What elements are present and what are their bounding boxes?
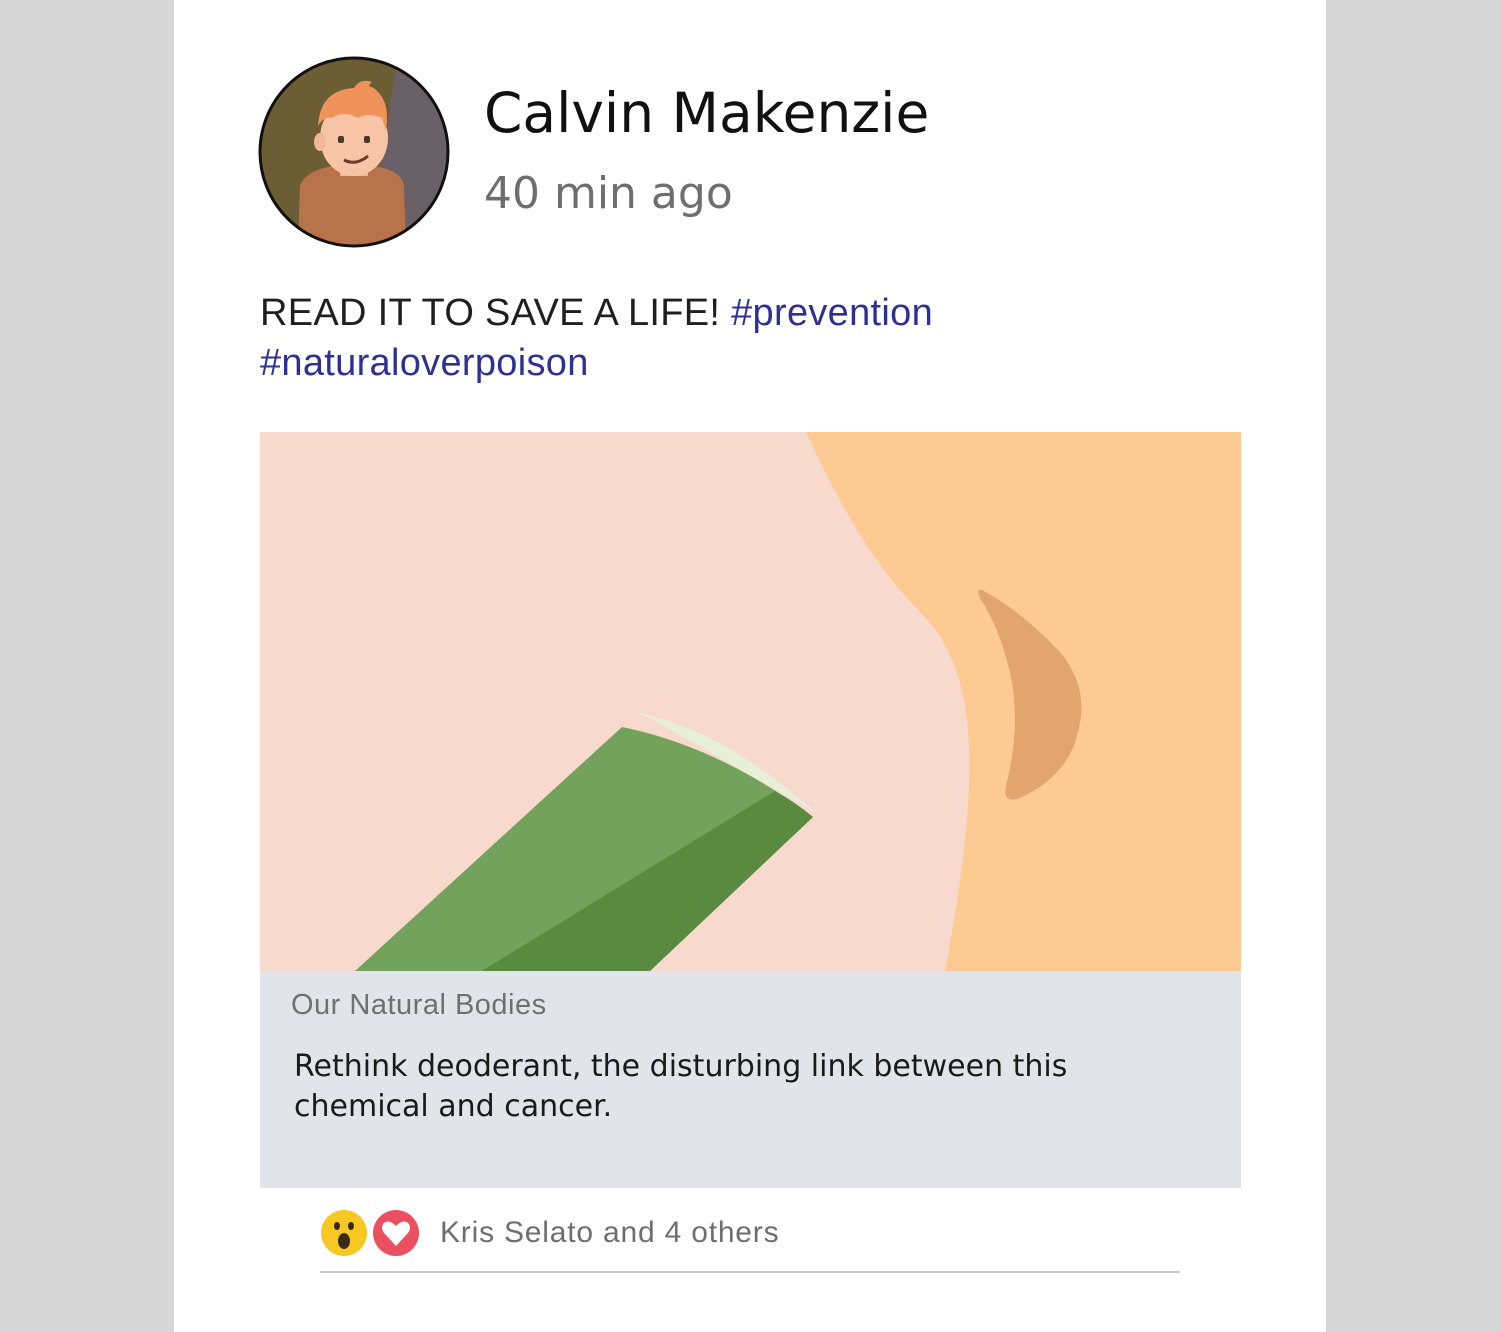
post-text-line-1: READ IT TO SAVE A LIFE! #prevention — [260, 288, 1160, 338]
link-preview-meta: Our Natural Bodies Rethink deoderant, th… — [260, 971, 1241, 1188]
wow-reaction-icon[interactable] — [320, 1209, 368, 1257]
reactions-summary[interactable]: Kris Selato and 4 others — [320, 1208, 779, 1258]
post-card: Calvin Makenzie 40 min ago READ IT TO SA… — [174, 0, 1326, 1332]
reactions-text[interactable]: Kris Selato and 4 others — [440, 1216, 779, 1250]
link-title[interactable]: Rethink deoderant, the disturbing link b… — [294, 1047, 1194, 1127]
deodorant-illustration — [260, 432, 1241, 971]
love-reaction-icon[interactable] — [372, 1209, 420, 1257]
post-text: READ IT TO SAVE A LIFE! #prevention #nat… — [260, 288, 1160, 388]
link-preview-card[interactable]: Our Natural Bodies Rethink deoderant, th… — [260, 432, 1241, 1188]
post-message: READ IT TO SAVE A LIFE! — [260, 292, 721, 334]
link-source: Our Natural Bodies — [291, 989, 547, 1021]
author-avatar[interactable] — [258, 56, 450, 248]
person-avatar-icon — [258, 56, 450, 248]
divider — [320, 1271, 1180, 1273]
post-timestamp[interactable]: 40 min ago — [484, 166, 733, 222]
author-name[interactable]: Calvin Makenzie — [484, 80, 929, 146]
feed-page: Calvin Makenzie 40 min ago READ IT TO SA… — [0, 0, 1501, 1332]
hashtag-naturaloverpoison[interactable]: #naturaloverpoison — [260, 342, 589, 384]
hashtag-prevention[interactable]: #prevention — [731, 292, 933, 334]
post-text-line-2: #naturaloverpoison — [260, 338, 1160, 388]
link-preview-image[interactable] — [260, 432, 1241, 971]
